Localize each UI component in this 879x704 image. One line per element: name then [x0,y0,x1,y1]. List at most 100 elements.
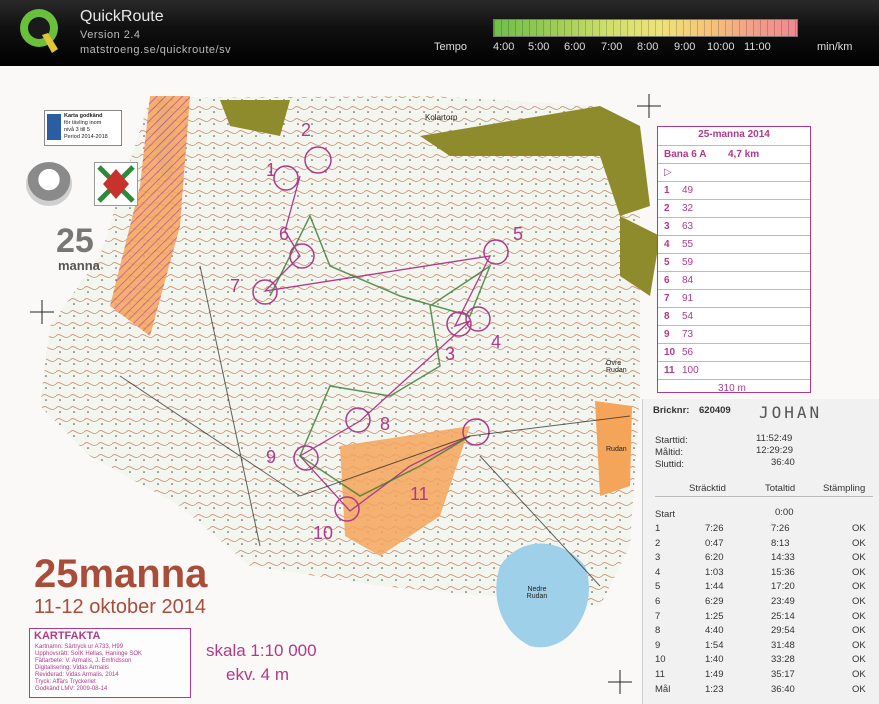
app-version: Version 2.4 [80,29,141,41]
split-status: OK [852,552,866,564]
control-number: 6 [664,275,670,286]
kartfakta-line: Tryck: Affärs Tryckeriet [35,679,96,685]
quickroute-header: QuickRoute Version 2.4 matstroeng.se/qui… [0,0,879,66]
course-length: 4,7 km [728,149,760,160]
start-label: Start [655,509,676,520]
split-leg: Mål [655,683,671,695]
split-leg: 7 [655,610,661,622]
app-url: matstroeng.se/quickroute/sv [80,44,232,56]
approval-text: för tävling inom [64,120,102,126]
tempo-tick: 11:00 [744,41,771,53]
sluttid-label: Sluttid: [655,459,685,470]
starttid-label: Starttid: [655,435,688,446]
split-split: 6:29 [705,596,724,607]
control-number: 10 [664,347,676,358]
control-number: 9 [664,329,670,340]
tempo-unit: min/km [817,41,853,53]
event-title: 25manna [34,552,208,596]
runner-name: JOHAN [759,403,823,422]
sluttid-value: 36:40 [771,457,795,468]
course-name: Bana 6 A [664,149,707,160]
control-code: 100 [682,365,699,376]
control-table-row: 10 56 [658,343,810,362]
tempo-tick: 7:00 [601,41,623,53]
control-table-row: 5 59 [658,253,810,272]
split-status: OK [852,639,866,651]
receipt-header: Sträcktid [689,483,726,494]
map-equidistance: ekv. 4 m [226,665,289,684]
split-leg: 6 [655,596,661,607]
control-code: 63 [682,221,694,232]
control-number: 1 [664,185,670,196]
control-number: 2 [301,120,312,140]
receipt-header: Totaltid [765,483,796,494]
split-status: OK [852,523,866,534]
approval-text: Karta godkänd [64,113,103,119]
split-total: 14:33 [771,552,795,564]
tempo-tick: 9:00 [674,41,696,53]
split-status: OK [852,654,866,666]
control-description-table: 25-manna 2014 Bana 6 A 4,7 km ▷ 1 49 2 32 3 6… [657,126,811,394]
control-code: 55 [682,239,694,250]
split-leg: 10 [655,654,666,666]
split-split: 1:25 [705,610,724,622]
tempo-tick: 10:00 [707,41,735,53]
split-split: 6:20 [705,552,724,564]
control-number: 7 [230,276,241,296]
split-status: OK [852,596,866,607]
control-number: 1 [266,160,277,180]
place-label: Kolartorp [425,113,458,122]
kartfakta-line: Godkänd LMV: 2009-08-14 [35,686,108,692]
split-total: 15:36 [771,566,795,578]
split-total: 31:48 [771,639,795,651]
control-table-finish-row: 310 m [658,379,810,398]
control-table-title: 25-manna 2014 [698,129,770,140]
kartfakta-line: Upphovsrätt: SoIK Hellas, Haninge SOK [35,651,143,657]
split-status: OK [852,683,866,695]
starttid-value: 11:52:49 [756,433,793,444]
control-table-row: 9 73 [658,325,810,344]
kartfakta-line: Fältarbete: V. Armalis, J. Emfridsson [35,658,132,664]
split-total: 7:26 [771,523,790,534]
split-split: 1:49 [705,669,724,680]
split-total: 23:49 [771,596,795,607]
control-table-row: 2 32 [658,199,810,218]
bricknr-value: 620409 [699,405,731,416]
split-split: 1:23 [705,683,724,695]
control-table-row: 11 100 [658,361,810,380]
split-total: 35:17 [771,669,795,680]
split-total: 25:14 [771,610,795,622]
split-split: 1:54 [705,639,724,651]
control-table-row: 4 55 [658,235,810,254]
split-total: 36:40 [771,683,795,695]
control-code: 73 [682,329,694,340]
split-total: 17:20 [771,581,795,593]
split-split: 7:26 [705,523,724,534]
split-status: OK [852,625,866,637]
approval-text: nivå 3 till 5 [64,127,90,133]
split-split: 0:47 [705,537,724,549]
logo-manna-text: manna [58,258,100,273]
control-number: 8 [664,311,670,322]
app-title: QuickRoute [80,8,164,25]
control-number: 3 [664,221,670,232]
control-code: 84 [682,275,694,286]
control-table-row: 8 54 [658,307,810,326]
map-scale: skala 1:10 000 [206,641,317,660]
tempo-tick: 8:00 [637,41,659,53]
approval-badge: Karta godkänd för tävling inom nivå 3 ti… [44,110,122,146]
club-logo-icon [26,162,72,206]
control-number: 4 [491,332,502,352]
control-table-row: 1 49 [658,181,810,200]
finish-distance: 310 m [718,383,746,394]
control-table-start-row: ▷ [658,163,810,182]
split-split: 4:40 [705,625,724,637]
event-date: 11-12 oktober 2014 [34,596,206,618]
approval-text: Period 2014-2018 [64,134,108,140]
control-number: 4 [664,239,670,250]
control-code: 54 [682,311,694,322]
kartfakta-box: KARTFAKTA Kartnamn: Särtryck ur A733, H9… [29,628,191,698]
split-receipt: Bricknr: 620409 JOHAN Starttid: 11:52:49… [642,399,879,704]
tempo-color-scale[interactable] [493,19,798,37]
control-table-row: 6 84 [658,271,810,290]
